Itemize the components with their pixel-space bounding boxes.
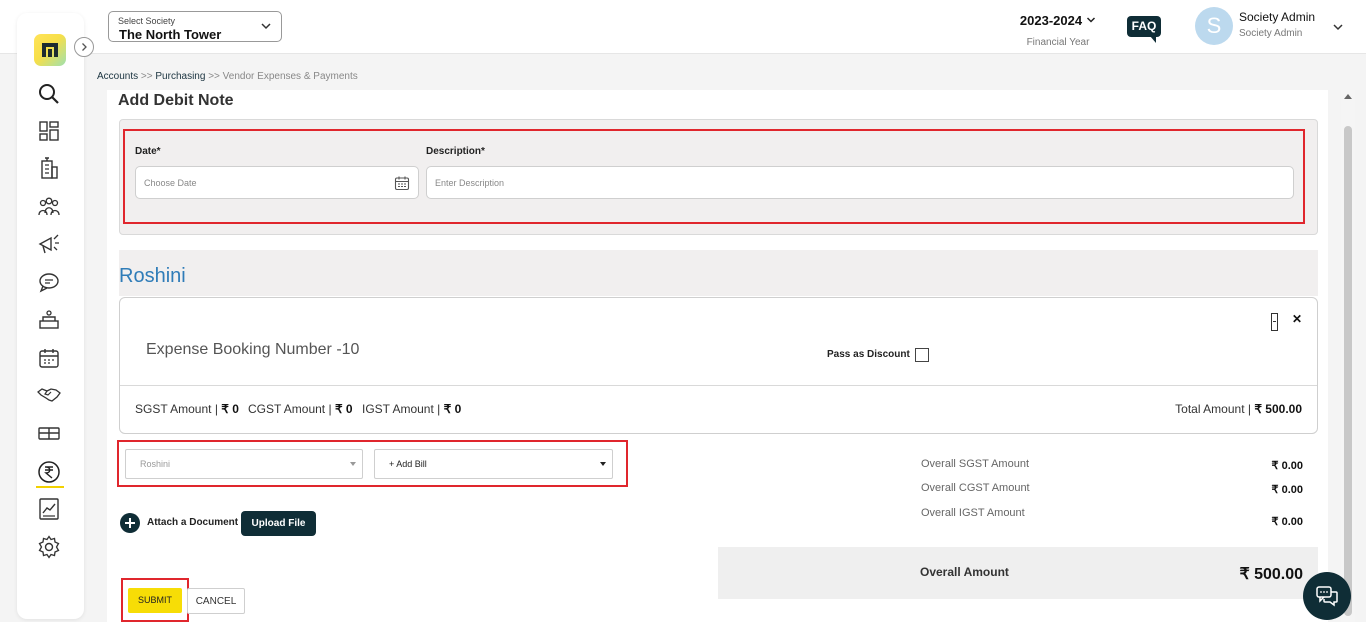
breadcrumb-current: Vendor Expenses & Payments <box>222 71 358 82</box>
total-amount: Total Amount | ₹ 500.00 <box>1175 402 1302 416</box>
overall-amount-box <box>718 547 1318 599</box>
submit-button[interactable]: SUBMIT <box>128 588 182 613</box>
add-bill-select[interactable]: + Add Bill <box>374 449 613 479</box>
breadcrumb: Accounts >> Purchasing >> Vendor Expense… <box>97 71 358 82</box>
parking-icon[interactable] <box>37 421 61 445</box>
breadcrumb-accounts[interactable]: Accounts <box>97 71 138 82</box>
reports-chart-icon[interactable] <box>37 497 61 521</box>
financial-year-value: 2023-2024 <box>1019 13 1083 28</box>
cgst-label: CGST Amount | <box>248 402 332 416</box>
igst-amount: IGST Amount | ₹ 0 <box>362 402 461 416</box>
cancel-button[interactable]: CANCEL <box>187 588 245 614</box>
breadcrumb-separator: >> <box>208 71 220 82</box>
collapse-button[interactable] <box>1271 313 1278 331</box>
card-divider <box>120 385 1317 386</box>
vendor-select-value: Roshini <box>140 459 171 469</box>
breadcrumb-purchasing[interactable]: Purchasing <box>155 71 205 82</box>
breadcrumb-separator: >> <box>140 71 153 82</box>
society-select-label: Select Society <box>118 16 176 26</box>
settings-gear-icon[interactable] <box>37 535 61 559</box>
date-label: Date* <box>135 146 161 157</box>
add-bill-label: + Add Bill <box>389 459 427 469</box>
sidebar-toggle-button[interactable] <box>74 37 94 57</box>
overall-sgst-value: ₹ 0.00 <box>1271 460 1303 472</box>
chevron-down-icon[interactable] <box>1332 21 1344 33</box>
chat-support-button[interactable] <box>1303 572 1351 620</box>
attach-document-label: Attach a Document <box>147 517 239 528</box>
financial-year-label: Financial Year <box>1026 37 1090 48</box>
cgst-amount: CGST Amount | ₹ 0 <box>248 402 353 416</box>
building-icon[interactable] <box>37 157 61 181</box>
sgst-value: ₹ 0 <box>221 402 239 416</box>
overall-amount-label: Overall Amount <box>920 565 1009 579</box>
igst-label: IGST Amount | <box>362 402 441 416</box>
avatar[interactable]: S <box>1195 7 1233 45</box>
accounts-rupee-icon[interactable] <box>37 460 61 484</box>
caret-down-icon <box>350 462 356 466</box>
description-label: Description* <box>426 146 485 157</box>
total-value: ₹ 500.00 <box>1254 402 1302 416</box>
dashboard-icon[interactable] <box>37 119 61 143</box>
overall-igst-value: ₹ 0.00 <box>1271 516 1303 528</box>
scroll-up-icon[interactable] <box>1344 94 1352 99</box>
chat-icon[interactable] <box>37 270 61 294</box>
chevron-down-icon <box>1087 17 1096 23</box>
vendor-name: Roshini <box>119 265 186 287</box>
caret-down-icon <box>600 462 606 466</box>
top-header: Select Society The North Tower 2023-2024… <box>0 0 1366 54</box>
chevron-down-icon <box>261 23 271 30</box>
page-title: Add Debit Note <box>118 92 234 109</box>
chevron-right-icon <box>82 43 87 51</box>
total-label: Total Amount | <box>1175 402 1251 416</box>
pass-as-discount-checkbox[interactable] <box>915 348 929 362</box>
handshake-icon[interactable] <box>37 383 61 407</box>
overall-cgst-label: Overall CGST Amount <box>921 482 1030 494</box>
igst-value: ₹ 0 <box>443 402 462 416</box>
society-select-value: The North Tower <box>119 27 222 42</box>
society-select[interactable]: Select Society The North Tower <box>108 11 282 42</box>
date-input[interactable] <box>135 166 419 199</box>
user-info[interactable]: Society Admin Society Admin <box>1239 10 1315 39</box>
vendor-header-band <box>119 250 1318 296</box>
announcement-icon[interactable] <box>37 232 61 256</box>
calendar-icon[interactable] <box>394 175 410 191</box>
sgst-amount: SGST Amount | ₹ 0 <box>135 402 239 416</box>
members-icon[interactable] <box>37 195 61 219</box>
chat-icon <box>1316 586 1338 607</box>
user-role: Society Admin <box>1239 28 1303 39</box>
add-document-icon[interactable] <box>120 513 140 533</box>
expense-booking-title: Expense Booking Number -10 <box>146 341 360 358</box>
faq-button[interactable]: FAQ <box>1127 16 1161 43</box>
services-icon[interactable] <box>37 308 61 332</box>
overall-sgst-label: Overall SGST Amount <box>921 458 1030 470</box>
upload-file-button[interactable]: Upload File <box>241 511 316 536</box>
pass-as-discount-label: Pass as Discount <box>827 349 910 360</box>
search-icon[interactable] <box>37 82 61 106</box>
cgst-value: ₹ 0 <box>334 402 353 416</box>
calendar-icon[interactable] <box>37 346 61 370</box>
financial-year-selector[interactable]: 2023-2024 Financial Year <box>1010 12 1106 48</box>
overall-amount-value: ₹ 500.00 <box>1239 566 1303 583</box>
description-input[interactable] <box>426 166 1294 199</box>
overall-igst-label: Overall IGST Amount <box>921 507 1025 519</box>
close-icon[interactable]: ✕ <box>1292 312 1302 326</box>
user-name: Society Admin <box>1239 10 1316 24</box>
overall-cgst-value: ₹ 0.00 <box>1271 484 1303 496</box>
logo-icon[interactable] <box>34 34 66 66</box>
active-nav-indicator <box>36 486 64 488</box>
vendor-select[interactable]: Roshini <box>125 449 363 479</box>
scrollbar-thumb[interactable] <box>1344 126 1352 616</box>
sgst-label: SGST Amount | <box>135 402 218 416</box>
scrollbar[interactable] <box>1341 90 1355 622</box>
